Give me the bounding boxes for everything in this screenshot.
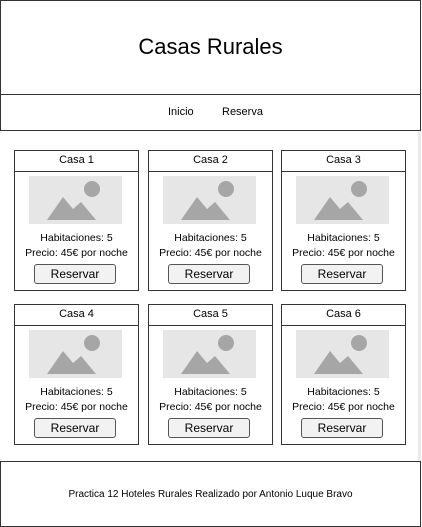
card-title: Casa 3 bbox=[282, 151, 405, 172]
card-rooms: Habitaciones: 5 bbox=[174, 232, 247, 244]
card-price: Precio: 45€ por noche bbox=[25, 401, 128, 413]
card-price: Precio: 45€ por noche bbox=[292, 401, 395, 413]
card-casa-2: Casa 2 Habitaciones: 5 Precio: 45€ por n… bbox=[148, 150, 273, 291]
scrollbar-track bbox=[418, 131, 421, 462]
card-price: Precio: 45€ por noche bbox=[25, 247, 128, 259]
card-rooms: Habitaciones: 5 bbox=[174, 386, 247, 398]
card-price: Precio: 45€ por noche bbox=[159, 401, 262, 413]
card-rooms: Habitaciones: 5 bbox=[307, 386, 380, 398]
card-title: Casa 2 bbox=[149, 151, 272, 172]
card-casa-6: Casa 6 Habitaciones: 5 Precio: 45€ por n… bbox=[281, 304, 406, 445]
image-placeholder-icon bbox=[163, 330, 256, 378]
reserve-button[interactable]: Reservar bbox=[34, 264, 116, 284]
card-title: Casa 5 bbox=[149, 305, 272, 326]
reserve-button[interactable]: Reservar bbox=[168, 264, 250, 284]
card-casa-3: Casa 3 Habitaciones: 5 Precio: 45€ por n… bbox=[281, 150, 406, 291]
reserve-button[interactable]: Reservar bbox=[301, 264, 383, 284]
nav-bar: Inicio Reserva bbox=[0, 94, 421, 131]
reserve-button[interactable]: Reservar bbox=[168, 418, 250, 438]
card-rooms: Habitaciones: 5 bbox=[40, 386, 113, 398]
card-title: Casa 6 bbox=[282, 305, 405, 326]
page-title: Casas Rurales bbox=[138, 34, 283, 59]
footer: Practica 12 Hoteles Rurales Realizado po… bbox=[0, 461, 421, 527]
card-casa-5: Casa 5 Habitaciones: 5 Precio: 45€ por n… bbox=[148, 304, 273, 445]
image-placeholder-icon bbox=[296, 176, 389, 224]
card-rooms: Habitaciones: 5 bbox=[307, 232, 380, 244]
footer-text: Practica 12 Hoteles Rurales Realizado po… bbox=[68, 489, 353, 500]
card-price: Precio: 45€ por noche bbox=[159, 247, 262, 259]
header: Casas Rurales bbox=[0, 0, 421, 95]
card-title: Casa 4 bbox=[15, 305, 138, 326]
card-price: Precio: 45€ por noche bbox=[292, 247, 395, 259]
image-placeholder-icon bbox=[163, 176, 256, 224]
reserve-button[interactable]: Reservar bbox=[34, 418, 116, 438]
image-placeholder-icon bbox=[29, 176, 122, 224]
card-rooms: Habitaciones: 5 bbox=[40, 232, 113, 244]
card-casa-4: Casa 4 Habitaciones: 5 Precio: 45€ por n… bbox=[14, 304, 139, 445]
card-title: Casa 1 bbox=[15, 151, 138, 172]
nav-link-inicio[interactable]: Inicio bbox=[168, 106, 194, 118]
image-placeholder-icon bbox=[296, 330, 389, 378]
nav-link-reserva[interactable]: Reserva bbox=[222, 106, 263, 118]
card-casa-1: Casa 1 Habitaciones: 5 Precio: 45€ por n… bbox=[14, 150, 139, 291]
reserve-button[interactable]: Reservar bbox=[301, 418, 383, 438]
image-placeholder-icon bbox=[29, 330, 122, 378]
